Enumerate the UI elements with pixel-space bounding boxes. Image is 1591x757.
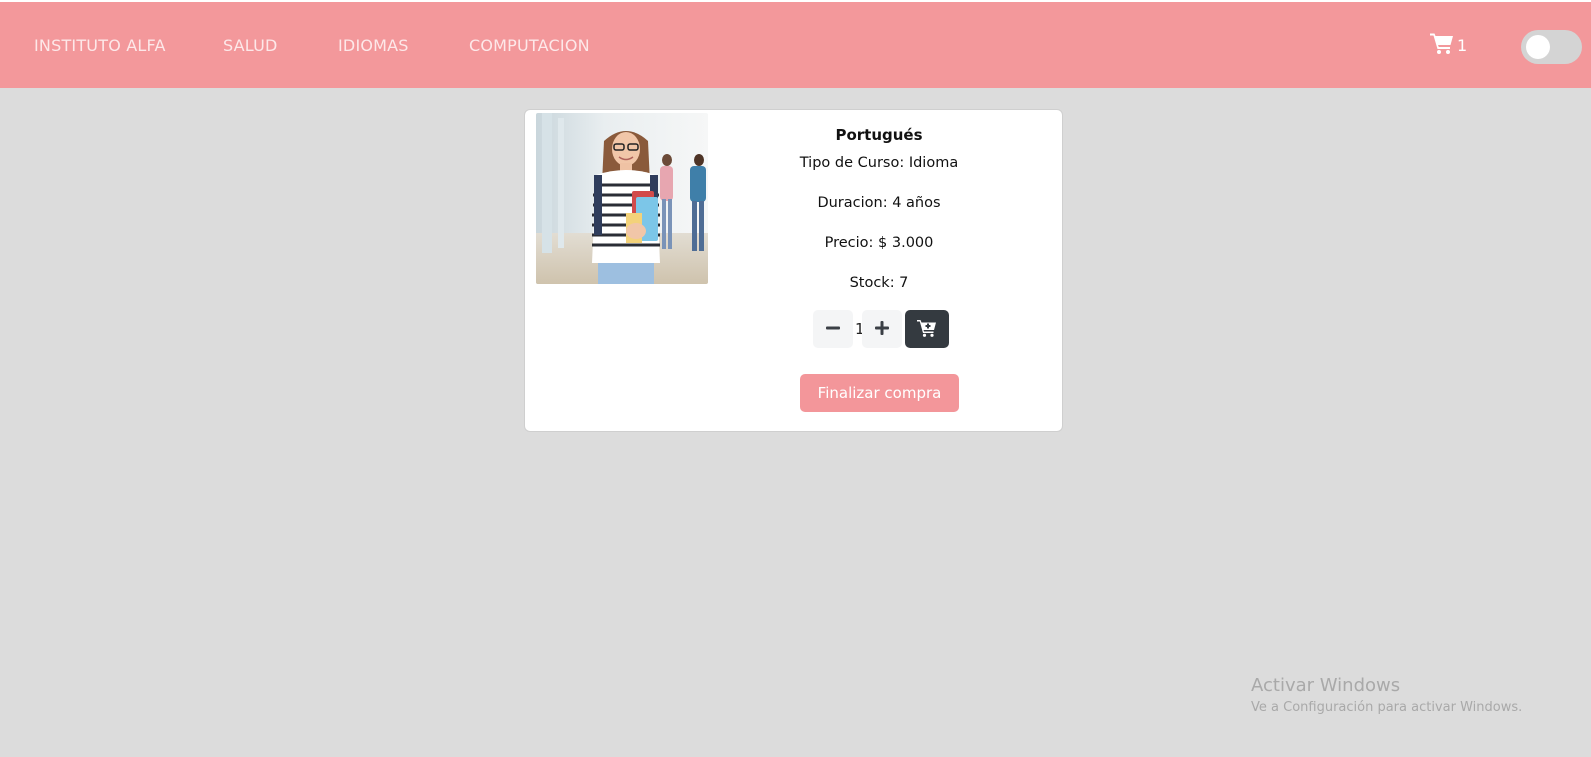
add-to-cart-button[interactable] bbox=[905, 310, 949, 348]
windows-activation-title: Activar Windows bbox=[1251, 675, 1401, 696]
product-card: Portugués Tipo de Curso: Idioma Duracion… bbox=[524, 109, 1063, 432]
plus-icon bbox=[874, 320, 890, 339]
theme-toggle[interactable] bbox=[1521, 30, 1582, 64]
cart-plus-icon bbox=[917, 319, 937, 340]
product-title: Portugués bbox=[835, 126, 923, 144]
brand-link[interactable]: INSTITUTO ALFA bbox=[34, 36, 166, 55]
nav-link-computacion[interactable]: COMPUTACION bbox=[469, 36, 590, 55]
minus-icon bbox=[825, 320, 841, 339]
cart-widget[interactable]: 1 bbox=[1430, 32, 1467, 58]
navbar: INSTITUTO ALFA SALUD IDIOMAS COMPUTACION… bbox=[0, 2, 1591, 88]
course-duration: Duracion: 4 años bbox=[817, 195, 941, 211]
nav-link-idiomas[interactable]: IDIOMAS bbox=[338, 36, 409, 55]
course-stock: Stock: 7 bbox=[849, 275, 909, 291]
course-type: Tipo de Curso: Idioma bbox=[799, 155, 959, 171]
increment-button[interactable] bbox=[862, 310, 902, 348]
course-price: Precio: $ 3.000 bbox=[824, 235, 934, 251]
nav-link-salud[interactable]: SALUD bbox=[223, 36, 278, 55]
decrement-button[interactable] bbox=[813, 310, 853, 348]
toggle-knob bbox=[1526, 35, 1550, 59]
windows-activation-subtitle: Ve a Configuración para activar Windows. bbox=[1251, 700, 1523, 715]
cart-count: 1 bbox=[1457, 35, 1468, 55]
cart-icon bbox=[1430, 32, 1454, 58]
finish-purchase-button[interactable]: Finalizar compra bbox=[800, 374, 959, 412]
course-image bbox=[536, 113, 708, 284]
